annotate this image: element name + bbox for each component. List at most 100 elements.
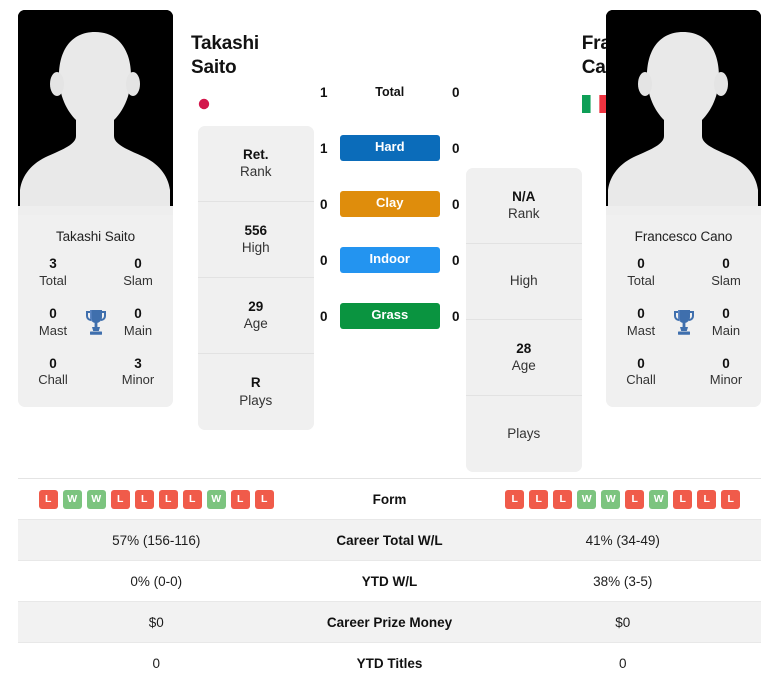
form-badge-l[interactable]: L	[529, 489, 549, 509]
left-info-plays: R Plays	[198, 354, 314, 430]
form-badge-w[interactable]: W	[649, 489, 669, 509]
form-badge-l[interactable]: L	[673, 489, 693, 509]
table-row-ytd-wl: 0% (0-0) YTD W/L 38% (3-5)	[18, 561, 761, 602]
left-titles-row-2: 0 Mast 0 Main	[24, 306, 167, 340]
left-info-high-label: High	[241, 240, 270, 256]
form-badge-l[interactable]: L	[625, 489, 645, 509]
h2h-hard-right-score: 0	[451, 140, 460, 156]
left-info-rank-value: Ret.	[242, 146, 269, 162]
surface-badge-clay[interactable]: Clay	[339, 191, 440, 217]
left-ytd-titles: 0	[152, 656, 160, 671]
right-info-age: 28 Age	[465, 320, 582, 396]
left-stat-mast-label: Mast	[38, 322, 68, 338]
h2h-indoor-right-score: 0	[451, 252, 460, 268]
left-info-plays-label: Plays	[239, 392, 273, 408]
h2h-clay-center: Clay	[339, 191, 440, 217]
h2h-indoor-left-score: 0	[319, 252, 328, 268]
left-stat-slam-label: Slam	[123, 272, 153, 288]
right-ytd-titles: 0	[618, 656, 627, 671]
table-label-career-total-wl: Career Total W/L	[336, 532, 443, 548]
right-stat-main-value: 0	[722, 305, 730, 321]
right-player-card[interactable]: Francesco Cano 0 Total 0 Slam 0 Mast 0 M…	[606, 10, 761, 408]
right-stat-total: 0 Total	[612, 256, 670, 290]
left-form-cell: LWWLLLLWLL	[18, 489, 295, 509]
left-titles-row-3: 0 Chall 3 Minor	[24, 356, 167, 390]
right-stat-chall: 0 Chall	[612, 356, 670, 390]
h2h-row-grass: 0 Grass 0	[314, 288, 466, 344]
right-stat-slam-value: 0	[722, 256, 730, 271]
form-badge-l[interactable]: L	[38, 489, 58, 509]
right-titles-row-1: 0 Total 0 Slam	[612, 256, 755, 290]
right-stat-chall-label: Chall	[626, 372, 656, 388]
right-titles-row-2: 0 Mast 0 Main	[612, 306, 755, 340]
left-stat-main: 0 Main	[109, 306, 167, 340]
left-ytd-wl: 0% (0-0)	[130, 573, 183, 589]
left-stat-mast-value: 0	[49, 305, 57, 321]
form-badge-l[interactable]: L	[134, 489, 154, 509]
right-info-rank-label: Rank	[507, 206, 540, 222]
form-badge-l[interactable]: L	[505, 489, 525, 509]
surface-badge-hard[interactable]: Hard	[339, 135, 440, 161]
left-info-age-value: 29	[248, 298, 264, 314]
form-badge-w[interactable]: W	[62, 489, 82, 509]
form-badge-w[interactable]: W	[206, 489, 226, 509]
form-badge-w[interactable]: W	[577, 489, 597, 509]
table-label-ytd-wl: YTD W/L	[361, 573, 418, 589]
right-titles-grid: 0 Total 0 Slam 0 Mast 0 Main 0 Chall 0 M…	[606, 256, 761, 407]
right-stat-slam: 0 Slam	[697, 256, 755, 290]
form-badge-w[interactable]: W	[601, 489, 621, 509]
left-stat-main-label: Main	[123, 322, 153, 338]
table-label-career-prize-money: Career Prize Money	[326, 614, 453, 630]
h2h-row-hard: 1 Hard 0	[314, 120, 466, 176]
left-stat-total-label: Total	[39, 272, 67, 288]
left-player-name[interactable]: Takashi Saito	[191, 32, 259, 81]
h2h-indoor-center: Indoor	[339, 247, 440, 273]
right-info-plays-label: Plays	[507, 425, 541, 441]
left-player-card[interactable]: Takashi Saito 3 Total 0 Slam 0 Mast 0 Ma…	[18, 10, 173, 408]
table-row-career-total-wl: 57% (156-116) Career Total W/L 41% (34-4…	[18, 520, 761, 561]
left-stat-minor: 3 Minor	[109, 356, 167, 390]
left-stat-minor-value: 3	[134, 355, 142, 371]
h2h-row-total: 1 Total 0	[314, 64, 466, 120]
form-badge-l[interactable]: L	[158, 489, 178, 509]
surface-badge-indoor[interactable]: Indoor	[339, 247, 440, 273]
h2h-grass-right-score: 0	[451, 308, 460, 324]
surface-badge-grass[interactable]: Grass	[339, 303, 440, 329]
left-info-plays-value: R	[250, 375, 261, 391]
form-badge-l[interactable]: L	[721, 489, 741, 509]
h2h-total-label: Total	[375, 85, 405, 99]
left-info-age-label: Age	[243, 316, 268, 332]
right-stat-main-label: Main	[711, 322, 741, 338]
left-stat-chall-value: 0	[49, 355, 57, 371]
left-info-column: Ret. Rank 556 High 29 Age R Plays	[197, 126, 314, 430]
right-flag-wrap	[581, 94, 608, 113]
h2h-grass-center: Grass	[339, 303, 440, 329]
right-info-rank: N/A Rank	[465, 168, 582, 244]
form-badge-l[interactable]: L	[110, 489, 130, 509]
right-stat-main: 0 Main	[697, 306, 755, 340]
form-badge-l[interactable]: L	[553, 489, 573, 509]
right-form-cell: LLLWWLWLLL	[485, 489, 762, 509]
h2h-grass-left-score: 0	[319, 308, 328, 324]
left-stat-chall: 0 Chall	[24, 356, 82, 390]
right-info-age-value: 28	[516, 340, 532, 356]
right-stat-total-value: 0	[637, 256, 645, 271]
h2h-clay-right-score: 0	[451, 196, 460, 212]
left-stat-main-value: 0	[134, 305, 142, 321]
form-badge-l[interactable]: L	[182, 489, 202, 509]
right-player-name[interactable]: Francesco Cano	[582, 32, 675, 81]
form-badge-l[interactable]: L	[230, 489, 250, 509]
right-player-header: Francesco Cano	[581, 10, 675, 113]
table-row-career-prize-money: $0 Career Prize Money $0	[18, 602, 761, 643]
table-label-form: Form	[372, 491, 407, 507]
form-badge-w[interactable]: W	[86, 489, 106, 509]
form-badge-l[interactable]: L	[697, 489, 717, 509]
table-row-ytd-titles: 0 YTD Titles 0	[18, 643, 761, 684]
form-badge-l[interactable]: L	[254, 489, 274, 509]
left-stat-minor-label: Minor	[121, 372, 155, 388]
h2h-total-center: Total	[340, 83, 440, 101]
left-player-header: Takashi Saito	[173, 10, 259, 113]
right-stat-slam-label: Slam	[711, 272, 741, 288]
right-stat-minor-value: 0	[722, 355, 730, 371]
left-stat-total: 3 Total	[24, 256, 82, 290]
